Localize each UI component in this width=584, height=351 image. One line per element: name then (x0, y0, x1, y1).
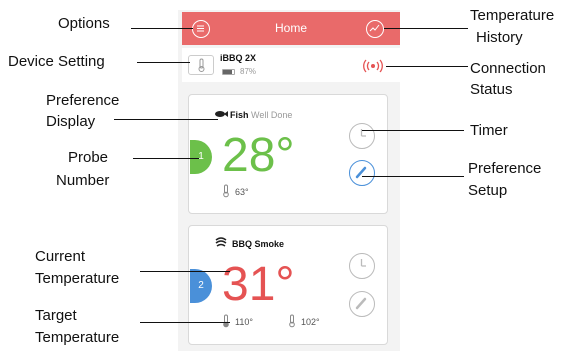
label-connection-1: Connection (470, 60, 546, 77)
food-name-2: BBQ Smoke (232, 239, 285, 249)
label-options: Options (58, 15, 110, 32)
label-target-temp-2: Temperature (35, 329, 120, 346)
label-preference-display-2: Display (46, 113, 96, 130)
callout-line-timer (362, 130, 464, 131)
smoke-icon (215, 237, 227, 247)
graph-icon (369, 24, 380, 32)
doneness: Well Done (251, 110, 293, 120)
callout-line-probe-number (133, 158, 199, 159)
label-current-temp-1: Current (35, 248, 86, 265)
timer-button[interactable] (349, 123, 375, 149)
options-button[interactable] (192, 20, 210, 38)
high-thermometer-icon (289, 314, 295, 328)
label-preference-setup-1: Preference (468, 160, 542, 177)
callout-line-connection (386, 66, 468, 67)
battery-percent: 87% (240, 67, 257, 76)
clock-icon (360, 129, 366, 137)
label-preference-setup-2: Setup (468, 182, 508, 199)
menu-icon (197, 25, 204, 32)
device-name: iBBQ 2X (220, 53, 257, 63)
label-connection-2: Status (470, 81, 513, 98)
callout-line-current-temp (140, 271, 230, 272)
temperature-history-button[interactable] (366, 20, 384, 38)
device-setting-button[interactable] (188, 55, 214, 75)
preference-setup-button[interactable] (349, 160, 375, 186)
callout-line-target-temp (140, 322, 230, 323)
target-low: 110° (235, 317, 253, 327)
label-probe-number-1: Probe (68, 149, 109, 166)
current-temperature-2: 31° (222, 258, 295, 311)
target-thermometer-icon (223, 184, 229, 198)
connection-status-icon (363, 59, 383, 73)
callout-line-options (131, 28, 193, 29)
thermometer-icon (198, 58, 205, 72)
target-high: 102° (301, 317, 320, 327)
label-target-temp-1: Target (35, 307, 77, 324)
food-name: Fish (230, 110, 249, 120)
probe-settings-icon (355, 297, 367, 310)
callout-line-history (384, 28, 468, 29)
label-timer: Timer (470, 122, 508, 139)
label-history-2: History (476, 29, 523, 46)
clock-icon (360, 259, 366, 267)
label-preference-display-1: Preference (46, 92, 120, 109)
callout-line-preference-display (114, 119, 218, 120)
low-thermometer-icon (223, 314, 229, 328)
probe-settings-icon (355, 166, 367, 179)
target-temperature: 63° (235, 187, 249, 197)
callout-line-preference-setup (362, 176, 464, 177)
timer-button-2[interactable] (349, 253, 375, 279)
label-history-1: Temperature (470, 7, 555, 24)
label-device-setting: Device Setting (8, 53, 105, 70)
callout-line-device (137, 62, 190, 63)
preference-setup-button-2[interactable] (349, 291, 375, 317)
label-probe-number-2: Number (56, 172, 110, 189)
label-current-temp-2: Temperature (35, 270, 120, 287)
battery-level (223, 70, 232, 74)
current-temperature: 28° (222, 129, 295, 182)
preference-display: Fish Well Done (230, 110, 292, 120)
